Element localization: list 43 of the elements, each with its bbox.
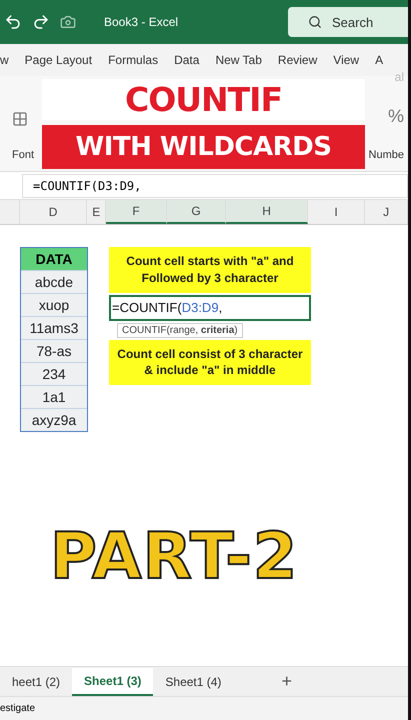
table-cell: 1a1 [21,385,87,408]
group-label: Numbe [368,149,404,161]
note-label: Count cell consist of 3 character & include "a" in middle [109,340,311,386]
ribbon-tab[interactable]: Page Layout [24,53,92,67]
table-cell: xuop [21,293,87,316]
table-cell: abcde [21,270,87,293]
ribbon-tab[interactable]: View [333,53,360,67]
ribbon-tab[interactable]: A [375,53,384,67]
camera-icon[interactable] [60,14,76,30]
sheet-tab[interactable]: Sheet1 (4) [153,668,234,694]
subtitle-banner: WITH WILDCARDS [42,125,365,169]
table-cell: 234 [21,362,87,385]
column-header[interactable]: F [106,200,167,224]
redo-icon[interactable] [32,13,50,31]
ribbon-tab[interactable]: Data [174,53,200,67]
ribbon-tab[interactable]: New Tab [215,53,262,67]
ribbon-tab[interactable]: Review [278,53,318,67]
part-title: PART-2 [50,520,300,594]
percent-button[interactable]: % [388,106,404,127]
undo-icon[interactable] [4,13,22,31]
note-label: Count cell starts with "a" and Followed by 3 character [109,247,311,293]
sheet-tab[interactable]: heet1 (2) [0,668,72,694]
group-label: Font [12,149,34,161]
table-cell: 11ams3 [21,316,87,339]
column-header[interactable]: H [226,200,308,224]
table-cell: axyz9a [21,408,87,431]
search-field[interactable]: Search [288,7,408,37]
formula-field[interactable]: =COUNTIF(D3:D9, [22,174,408,198]
ribbon-tab[interactable]: w [0,53,9,67]
table-cell: 78-as [21,339,87,362]
table-header: DATA [21,248,87,270]
title-banner: COUNTIF [42,79,365,120]
ribbon-tab[interactable]: Formulas [108,53,158,67]
column-header[interactable]: G [166,200,226,224]
sheet-tab[interactable]: Sheet1 (3) [72,668,154,696]
function-tooltip: COUNTIF(range, criteria) [117,322,243,338]
add-sheet-button[interactable]: + [281,671,292,692]
status-text: estigate [0,703,36,714]
edit-cell[interactable]: =COUNTIF(D3:D9, [109,294,311,321]
column-header[interactable]: I [308,200,366,224]
borders-icon[interactable] [12,111,28,127]
window-title: Book3 - Excel [104,15,180,29]
search-icon [308,15,322,29]
